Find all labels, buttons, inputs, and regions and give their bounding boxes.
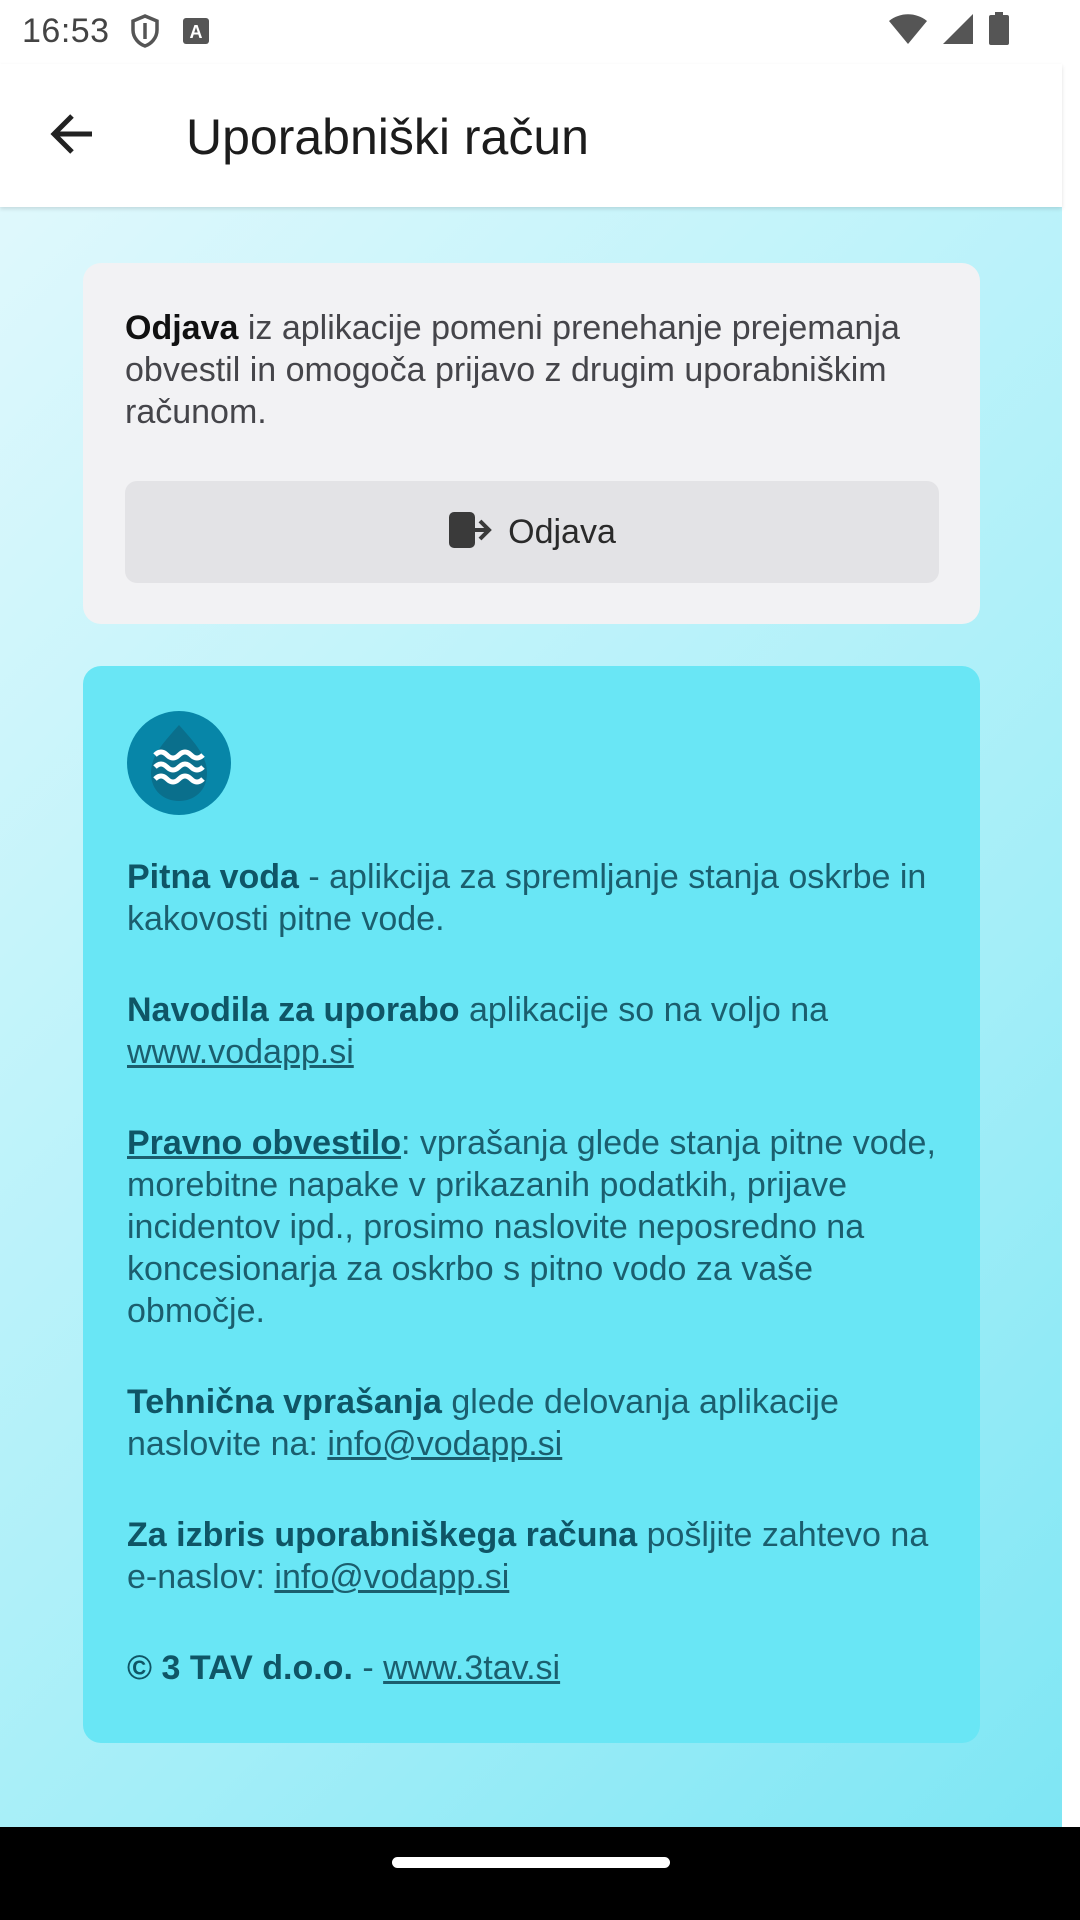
copyright-paragraph: © 3 TAV d.o.o. - www.3tav.si — [127, 1647, 957, 1689]
instructions-text: aplikacije so na voljo na — [459, 991, 829, 1029]
shield-icon — [130, 14, 160, 53]
home-gesture-handle[interactable] — [392, 1857, 670, 1868]
status-time: 16:53 — [22, 12, 110, 50]
app-bar: Uporabniški račun — [0, 64, 1062, 207]
svg-text:A: A — [190, 22, 203, 42]
instructions-heading: Navodila za uporabo — [127, 991, 460, 1029]
info-text: Pitna voda - aplikcija za spremljanje st… — [127, 856, 957, 1738]
app-name: Pitna voda — [127, 858, 299, 896]
logout-button-label: Odjava — [508, 512, 616, 551]
signal-icon — [942, 13, 974, 50]
company-website-link[interactable]: www.3tav.si — [383, 1649, 560, 1687]
logout-icon — [448, 510, 492, 555]
logout-description-bold: Odjava — [125, 309, 239, 347]
account-deletion-paragraph: Za izbris uporabniškega računa pošljite … — [127, 1514, 957, 1598]
technical-questions-heading: Tehnična vprašanja — [127, 1383, 442, 1421]
water-drop-waves-icon — [127, 711, 231, 815]
account-deletion-heading: Za izbris uporabniškega računa — [127, 1516, 638, 1554]
info-card: Pitna voda - aplikcija za spremljanje st… — [83, 666, 980, 1743]
page-title: Uporabniški račun — [186, 109, 589, 165]
app-description: Pitna voda - aplikcija za spremljanje st… — [127, 856, 957, 940]
legal-notice-paragraph: Pravno obvestilo: vprašanja glede stanja… — [127, 1122, 957, 1332]
deletion-email-link[interactable]: info@vodapp.si — [274, 1558, 509, 1596]
support-email-link[interactable]: info@vodapp.si — [327, 1425, 562, 1463]
battery-icon — [988, 12, 1010, 51]
copyright-separator: - — [352, 1649, 384, 1687]
font-a-icon: A — [182, 17, 210, 50]
instructions-paragraph: Navodila za uporabo aplikacije so na vol… — [127, 989, 957, 1073]
logout-description-rest: iz aplikacije pomeni prenehanje prejeman… — [125, 309, 900, 431]
legal-notice-link-label: Pravno obvestilo — [127, 1124, 401, 1162]
navigation-bar — [0, 1827, 1080, 1920]
content-area: Odjava iz aplikacije pomeni prenehanje p… — [0, 207, 1062, 1827]
logout-description: Odjava iz aplikacije pomeni prenehanje p… — [125, 307, 945, 433]
status-bar: 16:53 A — [0, 0, 1080, 64]
copyright-company: © 3 TAV d.o.o. — [127, 1649, 353, 1687]
wifi-icon — [888, 13, 928, 50]
logout-button[interactable]: Odjava — [125, 481, 939, 583]
arrow-left-icon — [48, 110, 96, 163]
vodapp-link[interactable]: www.vodapp.si — [127, 1033, 354, 1071]
technical-questions-paragraph: Tehnična vprašanja glede delovanja aplik… — [127, 1381, 957, 1465]
back-button[interactable] — [40, 104, 104, 168]
scroll-edge — [1062, 64, 1080, 1827]
logout-card: Odjava iz aplikacije pomeni prenehanje p… — [83, 263, 980, 624]
legal-notice-link[interactable]: Pravno obvestilo — [127, 1124, 401, 1162]
